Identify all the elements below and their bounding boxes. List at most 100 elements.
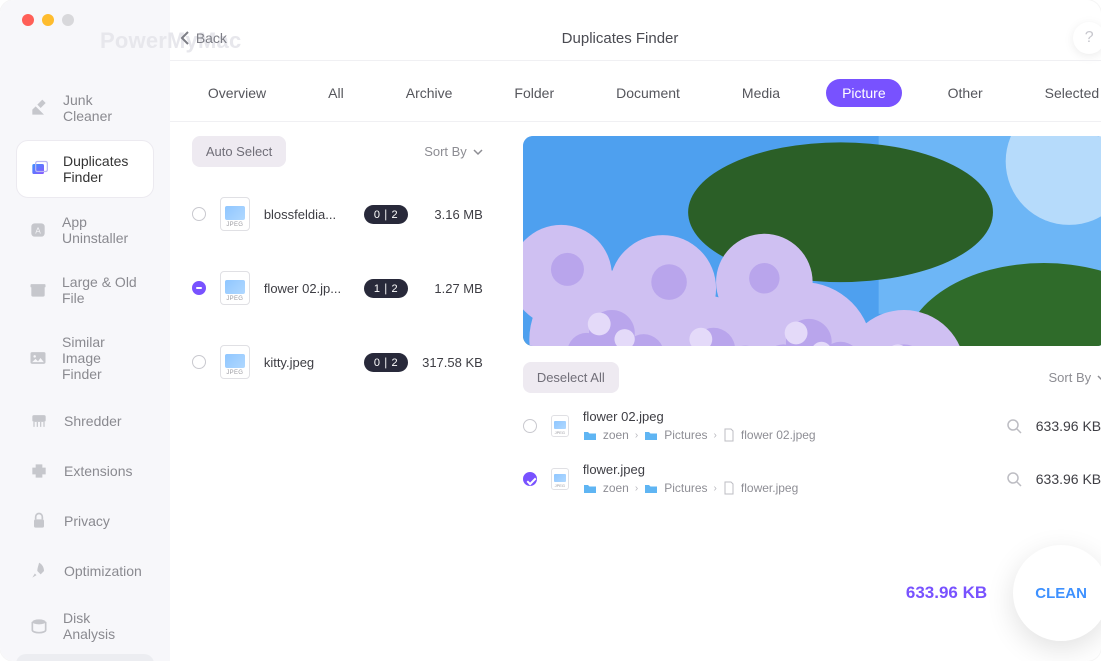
sidebar-item-shredder[interactable]: Shredder xyxy=(16,398,154,444)
path-seg: Pictures xyxy=(664,428,707,442)
jpeg-file-icon: JPEG xyxy=(551,468,569,490)
file-icon xyxy=(723,481,735,495)
clean-button[interactable]: CLEAN xyxy=(1013,545,1101,641)
sidebar-item-label: Privacy xyxy=(64,513,110,529)
jpeg-file-icon: JPEG xyxy=(551,415,569,437)
sidebar-item-disk-analysis[interactable]: Disk Analysis xyxy=(16,598,154,654)
sidebar-item-similar-image[interactable]: Similar Image Finder xyxy=(16,322,154,394)
topbar: Back Duplicates Finder ? xyxy=(170,0,1101,60)
tab-archive[interactable]: Archive xyxy=(390,79,469,107)
group-badge: 0 ∣ 2 xyxy=(364,205,408,224)
tab-media[interactable]: Media xyxy=(726,79,796,107)
jpeg-file-icon: JPEG xyxy=(220,345,250,379)
dup-path: zoen › Pictures › flower.jpeg xyxy=(583,481,992,495)
sort-by-right[interactable]: Sort By xyxy=(1049,370,1101,385)
sidebar-item-app-uninstaller[interactable]: A App Uninstaller xyxy=(16,202,154,258)
dup-size: 633.96 KB xyxy=(1036,418,1101,434)
group-checkbox[interactable] xyxy=(192,207,206,221)
group-name: flower 02.jp... xyxy=(264,281,350,296)
lock-icon xyxy=(28,510,50,532)
chevron-right-icon: › xyxy=(635,430,638,441)
sort-label: Sort By xyxy=(424,144,467,159)
duplicates-icon xyxy=(29,158,49,180)
maximize-window-icon xyxy=(62,14,74,26)
path-seg: zoen xyxy=(603,481,629,495)
duplicate-list: JPEG flower 02.jpeg zoen › Pictures › xyxy=(523,401,1101,503)
chevron-down-icon xyxy=(1097,374,1101,382)
page-title: Duplicates Finder xyxy=(167,30,1073,47)
dup-filename: flower.jpeg xyxy=(583,462,992,477)
dup-filename: flower 02.jpeg xyxy=(583,409,992,424)
tab-folder[interactable]: Folder xyxy=(498,79,570,107)
dup-info: flower.jpeg zoen › Pictures › flower.jpe… xyxy=(583,462,992,495)
sidebar-item-junk-cleaner[interactable]: Junk Cleaner xyxy=(16,80,154,136)
tab-overview[interactable]: Overview xyxy=(192,79,282,107)
group-row[interactable]: JPEG blossfeldia... 0 ∣ 2 3.16 MB xyxy=(170,177,505,251)
group-checkbox[interactable] xyxy=(192,355,206,369)
close-window-icon[interactable] xyxy=(22,14,34,26)
sort-by-left[interactable]: Sort By xyxy=(424,144,483,159)
duplicate-row[interactable]: JPEG flower.jpeg zoen › Pictures › xyxy=(523,454,1101,503)
group-badge: 1 ∣ 2 xyxy=(364,279,408,298)
sidebar-item-large-old[interactable]: Large & Old File xyxy=(16,262,154,318)
duplicate-row[interactable]: JPEG flower 02.jpeg zoen › Pictures › xyxy=(523,401,1101,450)
auto-select-button[interactable]: Auto Select xyxy=(192,136,287,167)
path-seg: flower 02.jpeg xyxy=(741,428,816,442)
jpeg-file-icon: JPEG xyxy=(220,271,250,305)
detail-header: Deselect All Sort By xyxy=(523,346,1101,401)
deselect-all-button[interactable]: Deselect All xyxy=(523,362,619,393)
sidebar-item-label: Similar Image Finder xyxy=(62,334,142,382)
sidebar-item-label: Junk Cleaner xyxy=(63,92,142,124)
tab-other[interactable]: Other xyxy=(932,79,999,107)
sidebar: PowerMyMac Junk Cleaner Duplicates Finde… xyxy=(0,0,170,661)
broom-icon xyxy=(28,97,49,119)
dup-checkbox[interactable] xyxy=(523,472,537,486)
group-row[interactable]: JPEG kitty.jpeg 0 ∣ 2 317.58 KB xyxy=(170,325,505,399)
group-checkbox[interactable] xyxy=(192,281,206,295)
folder-icon xyxy=(583,482,597,494)
user-chip[interactable]: eliene xyxy=(16,654,154,661)
chevron-down-icon xyxy=(473,148,483,156)
path-seg: zoen xyxy=(603,428,629,442)
path-seg: Pictures xyxy=(664,481,707,495)
sidebar-item-extensions[interactable]: Extensions xyxy=(16,448,154,494)
dup-info: flower 02.jpeg zoen › Pictures › flower … xyxy=(583,409,992,442)
group-list-header: Auto Select Sort By xyxy=(170,136,505,177)
folder-icon xyxy=(644,482,658,494)
sort-label: Sort By xyxy=(1049,370,1092,385)
main-content: Back Duplicates Finder ? Overview All Ar… xyxy=(170,0,1101,661)
puzzle-icon xyxy=(28,460,50,482)
group-size: 1.27 MB xyxy=(434,281,482,296)
dup-path: zoen › Pictures › flower 02.jpeg xyxy=(583,428,992,442)
svg-text:A: A xyxy=(35,225,41,235)
sidebar-item-label: Shredder xyxy=(64,413,122,429)
file-icon xyxy=(723,428,735,442)
sidebar-item-optimization[interactable]: Optimization xyxy=(16,548,154,594)
disk-icon xyxy=(28,615,49,637)
sidebar-item-label: Optimization xyxy=(64,563,142,579)
tab-selected[interactable]: Selected xyxy=(1029,79,1101,107)
chevron-right-icon: › xyxy=(714,430,717,441)
magnify-icon[interactable] xyxy=(1006,471,1022,487)
magnify-icon[interactable] xyxy=(1006,418,1022,434)
dup-checkbox[interactable] xyxy=(523,419,537,433)
tab-picture[interactable]: Picture xyxy=(826,79,902,107)
image-preview xyxy=(523,136,1101,346)
help-button[interactable]: ? xyxy=(1073,22,1101,54)
group-size: 3.16 MB xyxy=(434,207,482,222)
group-name: blossfeldia... xyxy=(264,207,350,222)
path-seg: flower.jpeg xyxy=(741,481,798,495)
box-icon xyxy=(28,279,48,301)
group-badge: 0 ∣ 2 xyxy=(364,353,408,372)
minimize-window-icon[interactable] xyxy=(42,14,54,26)
sidebar-item-privacy[interactable]: Privacy xyxy=(16,498,154,544)
chevron-right-icon: › xyxy=(635,483,638,494)
sidebar-item-label: Large & Old File xyxy=(62,274,142,306)
app-window: PowerMyMac Junk Cleaner Duplicates Finde… xyxy=(0,0,1101,661)
folder-icon xyxy=(644,429,658,441)
sidebar-item-duplicates-finder[interactable]: Duplicates Finder xyxy=(16,140,154,198)
group-row[interactable]: JPEG flower 02.jp... 1 ∣ 2 1.27 MB xyxy=(170,251,505,325)
dup-size: 633.96 KB xyxy=(1036,471,1101,487)
tab-all[interactable]: All xyxy=(312,79,360,107)
tab-document[interactable]: Document xyxy=(600,79,696,107)
